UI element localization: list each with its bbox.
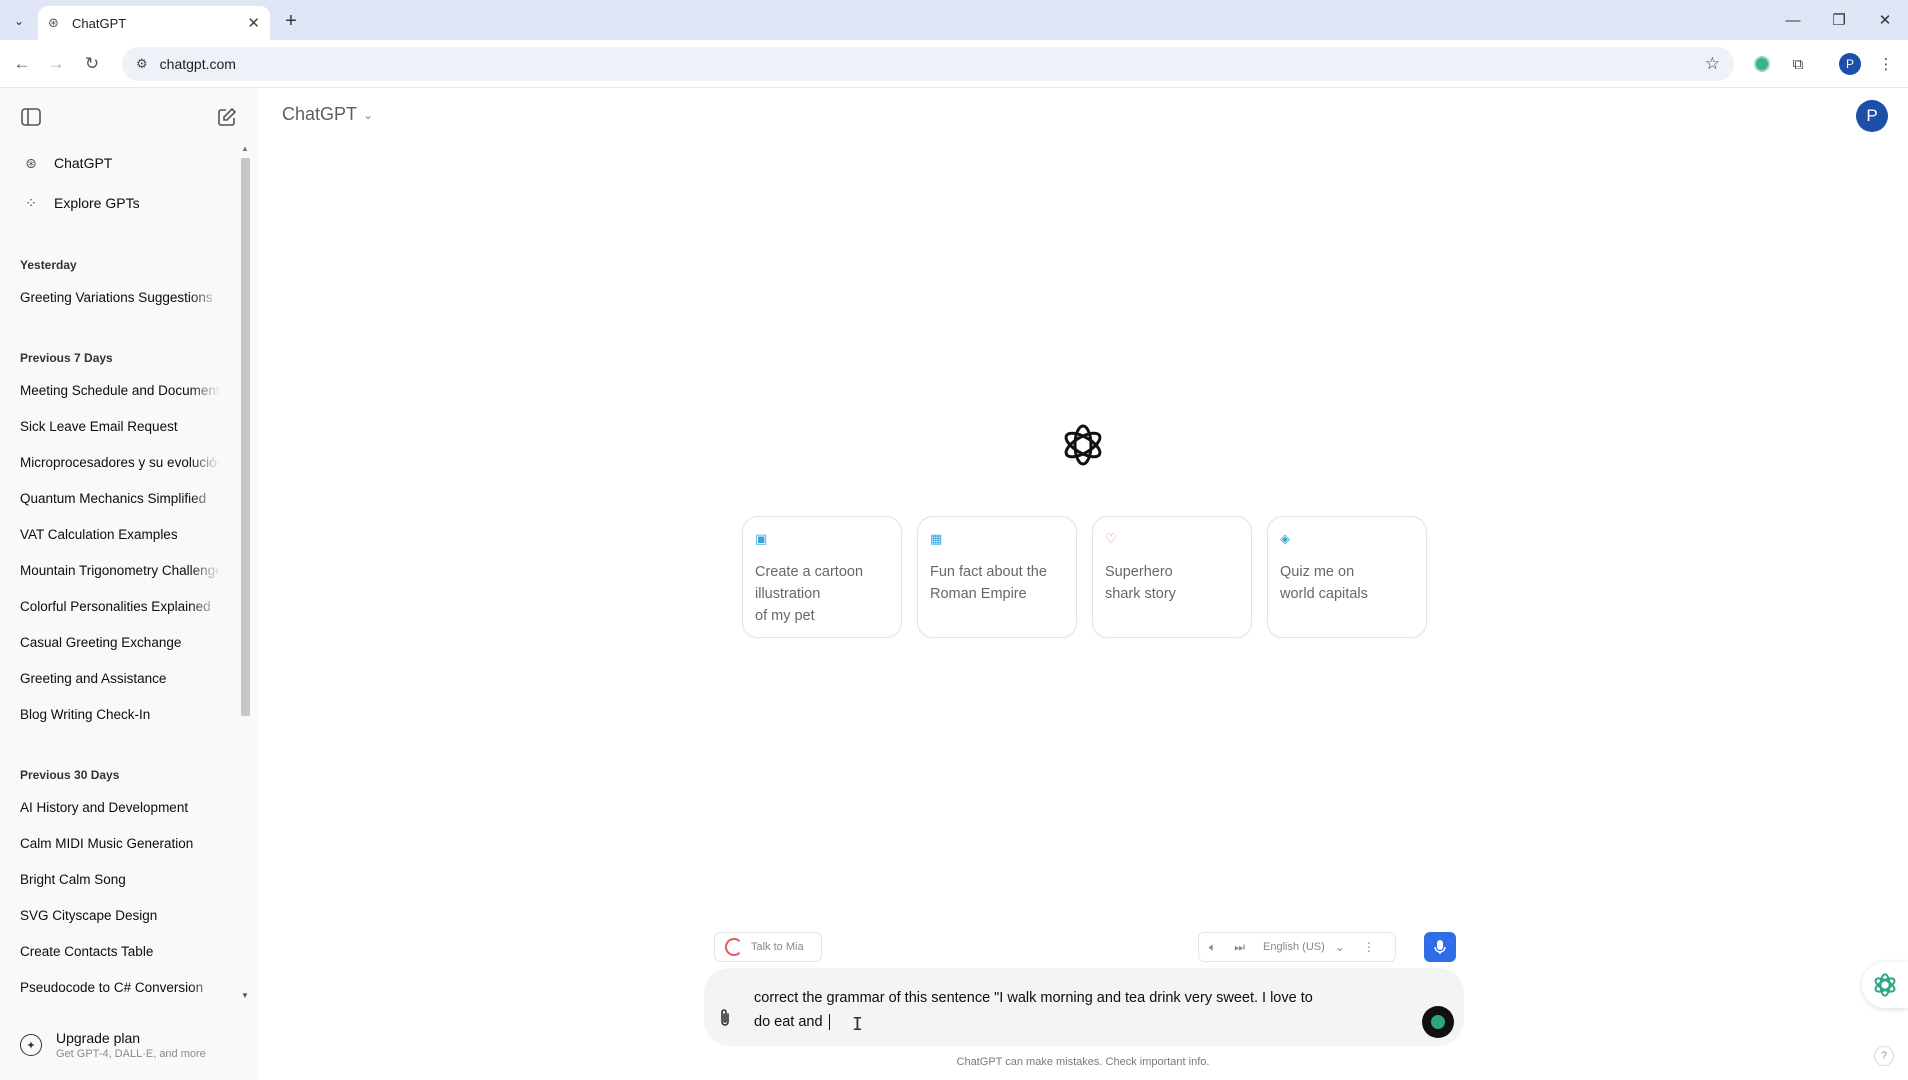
browser-profile-avatar[interactable]: P [1838, 52, 1862, 76]
sidebar-nav-chatgpt[interactable]: ⊛ ChatGPT [12, 146, 232, 180]
sidebar-nav-explore-gpts[interactable]: ⁘ Explore GPTs [12, 186, 232, 220]
microphone-button[interactable] [1424, 932, 1456, 962]
section-previous-7-days: Previous 7 Days [20, 351, 113, 365]
chat-history-item[interactable]: VAT Calculation Examples [12, 518, 220, 550]
toggle-sidebar-icon[interactable] [16, 102, 46, 132]
url-text[interactable]: chatgpt.com [160, 56, 1705, 72]
browser-toolbar: ← → ↻ ⚙ chatgpt.com ☆ ⧉ P ⋮ [0, 40, 1908, 88]
chat-history-item[interactable]: Microprocesadores y su evolución [12, 446, 220, 478]
address-bar[interactable]: ⚙ chatgpt.com ☆ [122, 47, 1734, 81]
suggestion-card-roman-empire[interactable]: ▦ Fun fact about the Roman Empire [917, 516, 1077, 638]
language-select[interactable]: English (US) [1263, 941, 1325, 953]
browser-tabstrip: ⌄ ⊛ ChatGPT ✕ + — ❐ ✕ [0, 0, 1908, 40]
forward-arrow-icon[interactable]: → [42, 50, 70, 78]
suggestion-card-shark-story[interactable]: ♡ Superhero shark story [1092, 516, 1252, 638]
section-previous-30-days: Previous 30 Days [20, 768, 120, 782]
model-selector[interactable]: ChatGPT ⌄ [282, 104, 373, 125]
tab-close-icon[interactable]: ✕ [247, 14, 260, 32]
mia-logo-icon [725, 938, 743, 956]
chevron-down-icon: ⌄ [363, 107, 374, 122]
floating-assistant-icon[interactable] [1862, 962, 1908, 1008]
back-arrow-icon[interactable]: ← [8, 50, 36, 78]
suggestion-card-cartoon[interactable]: ▣ Create a cartoon illustration of my pe… [742, 516, 902, 638]
extensions-puzzle-icon[interactable]: ⧉ [1786, 52, 1810, 76]
send-icon [1431, 1015, 1445, 1029]
disclaimer-text: ChatGPT can make mistakes. Check importa… [956, 1056, 1210, 1068]
chat-history-item[interactable]: Bright Calm Song [12, 863, 220, 895]
chat-history-item[interactable]: Calm MIDI Music Generation [12, 827, 220, 859]
site-info-icon[interactable]: ⚙ [136, 56, 148, 72]
text-caret [828, 1014, 830, 1031]
send-button[interactable] [1422, 1006, 1454, 1038]
chevron-down-icon[interactable]: ⌄ [1335, 940, 1345, 954]
chat-history-item[interactable]: Greeting and Assistance [12, 662, 220, 694]
scroll-up-arrow-icon[interactable]: ▲ [241, 144, 249, 153]
chat-history-item[interactable]: Blog Writing Check-In [12, 698, 220, 730]
user-avatar[interactable]: P [1856, 100, 1888, 132]
restore-icon[interactable]: ❐ [1816, 6, 1862, 34]
chat-history-item[interactable]: Casual Greeting Exchange [12, 626, 220, 658]
message-input[interactable]: correct the grammar of this sentence "I … [754, 986, 1374, 1034]
chat-history-item[interactable]: Greeting Variations Suggestions [12, 281, 220, 313]
graduation-cap-icon: ◈ [1280, 531, 1290, 546]
talk-to-mia-button[interactable]: Talk to Mia [714, 932, 822, 962]
section-yesterday: Yesterday [20, 258, 77, 272]
new-tab-plus-icon[interactable]: + [278, 8, 304, 34]
chat-history-item[interactable]: Create Contacts Table [12, 935, 220, 967]
openai-logo-icon [1058, 420, 1108, 470]
bookmark-star-icon[interactable]: ☆ [1705, 54, 1720, 74]
more-options-icon[interactable]: ⋮ [1363, 940, 1375, 954]
chat-history-item[interactable]: AI History and Development [12, 791, 220, 823]
suggestion-card-world-capitals[interactable]: ◈ Quiz me on world capitals [1267, 516, 1427, 638]
reload-icon[interactable]: ↻ [78, 50, 106, 78]
calendar-icon: ▦ [930, 531, 943, 546]
mouse-ibeam-cursor-icon: I [852, 1014, 863, 1035]
chat-history-item[interactable]: Mountain Trigonometry Challenge [12, 554, 220, 586]
chat-history-item[interactable]: Colorful Personalities Explained [12, 590, 220, 622]
chat-history-item[interactable]: Sick Leave Email Request [12, 410, 220, 442]
scrollbar-thumb[interactable] [241, 158, 250, 716]
sidebar-scrollbar[interactable]: ▲ ▼ [238, 144, 252, 1000]
chat-history-item[interactable]: Pseudocode to C# Conversion [12, 971, 220, 1003]
grid-icon: ⁘ [25, 194, 37, 211]
minimize-icon[interactable]: — [1770, 6, 1816, 34]
speaker-icon[interactable]: 🔈︎ [1209, 940, 1216, 955]
browser-tab-chatgpt[interactable]: ⊛ ChatGPT ✕ [38, 6, 270, 40]
chat-history-item[interactable]: SVG Cityscape Design [12, 899, 220, 931]
upgrade-plan-button[interactable]: ✦ Upgrade plan Get GPT-4, DALL·E, and mo… [20, 1024, 240, 1066]
chat-history-item[interactable]: Quantum Mechanics Simplified [12, 482, 220, 514]
heart-icon: ♡ [1105, 531, 1117, 546]
new-chat-icon[interactable] [212, 102, 242, 132]
skip-icon[interactable]: ⏭︎ [1234, 940, 1245, 955]
tab-title: ChatGPT [72, 15, 127, 31]
help-button[interactable]: ? [1874, 1046, 1894, 1066]
openai-icon: ⊛ [25, 154, 37, 171]
chat-history-item[interactable]: Meeting Schedule and Documents [12, 374, 220, 406]
voice-controls-bar: 🔈︎ ⏭︎ English (US) ⌄ ⋮ [1198, 932, 1396, 962]
image-icon: ▣ [755, 531, 768, 546]
upgrade-icon: ✦ [20, 1034, 42, 1056]
message-composer[interactable]: correct the grammar of this sentence "I … [704, 968, 1464, 1046]
browser-menu-icon[interactable]: ⋮ [1874, 52, 1898, 76]
microphone-icon [1434, 940, 1446, 954]
sidebar: ⊛ ChatGPT ⁘ Explore GPTs Yesterday Greet… [0, 88, 258, 1080]
scroll-down-arrow-icon[interactable]: ▼ [241, 991, 249, 1000]
extension-green-icon[interactable] [1750, 52, 1774, 76]
close-window-icon[interactable]: ✕ [1862, 6, 1908, 34]
paperclip-icon[interactable] [718, 1008, 732, 1033]
tab-search-chevron-icon[interactable]: ⌄ [6, 8, 32, 34]
tab-favicon-icon: ⊛ [48, 15, 59, 30]
